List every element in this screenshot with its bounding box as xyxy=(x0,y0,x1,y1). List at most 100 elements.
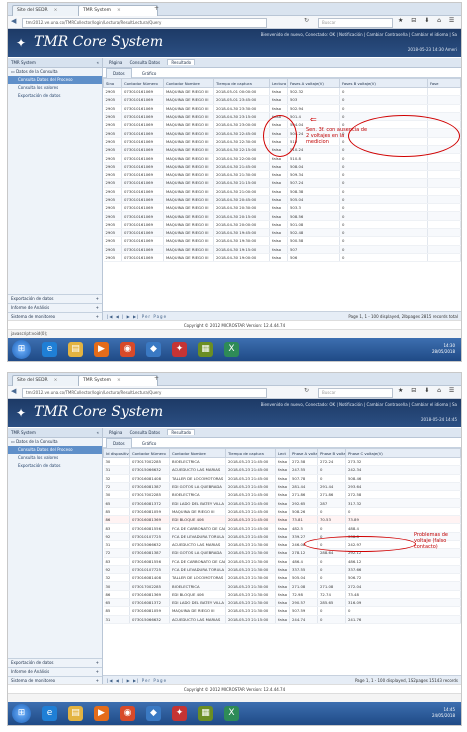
table-row[interactable]: 83073016081556FCA DE CARBONATO DE CALCIO… xyxy=(103,523,461,533)
tab-consulta-datos[interactable]: Consulta Datos xyxy=(130,430,160,435)
tab-resultado[interactable]: Resultado xyxy=(167,429,196,435)
app-icon[interactable]: ◆ xyxy=(146,706,161,721)
column-header[interactable]: Contador Nombre xyxy=(169,448,226,458)
column-header[interactable]: Lect xyxy=(275,448,290,458)
url-input[interactable]: tmr2012.ve.una.co/TMRCollector/login/Lec… xyxy=(22,18,267,28)
excel-icon[interactable]: X xyxy=(224,706,239,721)
network-icon[interactable]: ✦ xyxy=(172,706,187,721)
sidebar-informe[interactable]: Informe de Análisis + xyxy=(8,303,102,312)
close-icon[interactable]: × xyxy=(54,8,58,13)
sidebar-item-exportacion[interactable]: Exportación de datos xyxy=(8,92,102,100)
table-row[interactable]: 65 073016081372 EDI LADO DEL BATEY VILLA 20… xyxy=(103,498,461,508)
close-icon[interactable]: × xyxy=(54,378,58,383)
folder-icon[interactable]: ▤ xyxy=(68,706,83,721)
table-row[interactable]: 2905 073010161069 MAQUINA DE RIEGO III 2018… xyxy=(103,228,461,238)
table-row[interactable]: 2905 073010161069 MAQUINA DE RIEGO III 2018… xyxy=(103,253,461,263)
sidebar-item-consulta-datos[interactable]: Consulta Datos del Proceso xyxy=(8,76,102,84)
column-header[interactable]: Fases B voltaje(V) xyxy=(339,78,428,88)
firefox-icon[interactable]: ◉ xyxy=(120,706,135,721)
table-row[interactable]: 2905 073010161069 MAQUINA DE RIEGO III 2018… xyxy=(103,203,461,213)
browser-toolbar-icons[interactable]: ★ ⊟ ⬇ ⌂ ☰ xyxy=(398,17,457,24)
column-header[interactable]: Lectura xyxy=(269,78,288,88)
column-header[interactable]: Tiempo de captura xyxy=(213,78,270,88)
table-row[interactable]: 86 073016081369 EDI BLOQUE 406 2018-05-23 2… xyxy=(103,515,461,525)
collapse-icon[interactable]: « xyxy=(97,58,99,67)
column-header[interactable]: Phase B volta xyxy=(317,448,346,458)
tab-resultado[interactable]: Resultado xyxy=(167,59,196,65)
close-icon[interactable]: × xyxy=(117,378,121,383)
table-row[interactable]: 30 073017002285 BIOELECTRICA 2018-05-23 21:… xyxy=(103,457,461,467)
column-header[interactable]: Fases A voltaje(V) xyxy=(287,78,340,88)
table-row[interactable]: 30 073017002285 BIOELECTRICA 2018-05-23 21:… xyxy=(103,581,461,591)
new-tab-button[interactable]: + xyxy=(154,375,159,382)
tab-app[interactable]: TMR System × xyxy=(78,375,158,386)
subtab-grafico[interactable]: Gráfico xyxy=(136,69,162,78)
subtab-datos[interactable]: Datos xyxy=(106,68,132,78)
url-input[interactable]: tmr2012.ve.una.co/TMRCollector/login/Lec… xyxy=(22,388,267,398)
column-header[interactable]: Sino xyxy=(103,78,122,88)
new-tab-button[interactable]: + xyxy=(154,5,159,12)
ie-icon[interactable]: e xyxy=(42,706,57,721)
table-row[interactable]: 2905 073010161069 MAQUINA DE RIEGO III 2018… xyxy=(103,211,461,221)
table-row[interactable]: 2905 073010161069 MAQUINA DE RIEGO III 2018… xyxy=(103,104,461,113)
table-row[interactable]: 31 073015066632 ACUEDUCTO LAS MARIAS 2018-0… xyxy=(103,465,461,475)
media-icon[interactable]: ▶ xyxy=(94,706,109,721)
tab-consulta-datos[interactable]: Consulta Datos xyxy=(130,60,160,65)
column-header[interactable]: Phase C voltaje(V) xyxy=(345,448,461,458)
tab-pagina[interactable]: Página xyxy=(109,60,122,65)
app-icon[interactable]: ◆ xyxy=(146,342,161,357)
table-row[interactable]: 2905 073010161069 MAQUINA DE RIEGO III 2018… xyxy=(103,162,461,171)
reload-icon[interactable]: ↻ xyxy=(304,387,309,394)
search-input[interactable]: Buscar xyxy=(318,388,393,398)
header-links[interactable]: Bienvenido de nuevo, Conectado: OK | Not… xyxy=(261,402,457,407)
table-row[interactable]: 2905 073010161069 MAQUINA DE RIEGO III 2018… xyxy=(103,178,461,188)
system-tray[interactable]: 14:45 24/05/2018 xyxy=(432,707,455,719)
search-input[interactable]: Buscar xyxy=(318,18,393,28)
system-tray[interactable]: 14:30 28/05/2018 xyxy=(432,343,455,355)
column-header[interactable]: Contador Número xyxy=(129,448,170,458)
expand-icon[interactable]: + xyxy=(96,304,99,312)
chart-icon[interactable]: ▦ xyxy=(198,342,213,357)
close-icon[interactable]: × xyxy=(117,8,121,13)
tab-site[interactable]: Site del SEDR × xyxy=(12,375,82,386)
subtab-grafico[interactable]: Gráfico xyxy=(136,439,162,448)
column-header[interactable]: Contador Número xyxy=(121,78,164,88)
reload-icon[interactable]: ↻ xyxy=(304,17,309,24)
table-row[interactable]: 30 073017002285 BIOELECTRICA 2018-05-23 21:… xyxy=(103,490,461,500)
header-links[interactable]: Bienvenido de nuevo, Conectado: OK | Not… xyxy=(261,32,457,37)
table-row[interactable]: 32 073016081408 TALLER DE LOCOMOTORAS 2018-… xyxy=(103,573,461,583)
browser-toolbar-icons[interactable]: ★ ⊟ ⬇ ⌂ ☰ xyxy=(398,387,457,394)
network-icon[interactable]: ✦ xyxy=(172,342,187,357)
table-row[interactable]: 2905 073010161069 MAQUINA DE RIEGO III 2018… xyxy=(103,245,461,254)
column-header[interactable]: Tiempo de captura xyxy=(225,448,276,458)
tab-pagina[interactable]: Página xyxy=(109,430,122,435)
column-header[interactable]: Fase xyxy=(427,78,461,88)
table-row[interactable]: 85 073016081059 MAQUINA DE RIEGO III 2018-0… xyxy=(103,507,461,517)
sidebar-informe[interactable]: Informe de Análisis + xyxy=(8,667,102,676)
tab-site[interactable]: Site del SEDR × xyxy=(12,5,82,16)
ie-icon[interactable]: e xyxy=(42,342,57,357)
sidebar-item-consulta-valores[interactable]: Consulta los valores xyxy=(8,454,102,462)
table-row[interactable]: 2905 073010161069 MAQUINA DE RIEGO III 2018… xyxy=(103,187,461,196)
column-header[interactable]: Contador Nombre xyxy=(163,78,214,88)
sidebar-exportacion[interactable]: Exportación de datos + xyxy=(8,294,102,303)
sidebar-section[interactable]: ▭ Datos de la Consulta xyxy=(8,68,102,76)
table-row[interactable]: 2905 073010161069 MAQUINA DE RIEGO III 2018… xyxy=(103,170,461,180)
table-row[interactable]: 83073016081556FCA DE CARBONATO DE CALCIO… xyxy=(103,557,461,566)
table-row[interactable]: 2905 073010161069 MAQUINA DE RIEGO III 2018… xyxy=(103,95,461,105)
folder-icon[interactable]: ▤ xyxy=(68,342,83,357)
tab-app[interactable]: TMR System × xyxy=(78,5,158,16)
sidebar-item-exportacion[interactable]: Exportación de datos xyxy=(8,462,102,470)
collapse-icon[interactable]: « xyxy=(97,428,99,437)
media-icon[interactable]: ▶ xyxy=(94,342,109,357)
subtab-datos[interactable]: Datos xyxy=(106,438,132,448)
table-row[interactable]: 2905 073010161069 MAQUINA DE RIEGO III 2018… xyxy=(103,220,461,230)
table-row[interactable]: 92 073010107725 FCA DE LEVADURA TORULA 2018… xyxy=(103,565,461,575)
start-orb-icon[interactable]: ⊞ xyxy=(12,704,31,723)
table-row[interactable]: 65 073016081372 EDI LADO DEL BATEY VILLA 20… xyxy=(103,598,461,608)
chart-icon[interactable]: ▦ xyxy=(198,706,213,721)
expand-icon[interactable]: + xyxy=(96,659,99,667)
table-row[interactable]: 2905 073010161069 MAQUINA DE RIEGO III 2018… xyxy=(103,236,461,246)
expand-icon[interactable]: + xyxy=(96,295,99,303)
expand-icon[interactable]: + xyxy=(96,668,99,676)
